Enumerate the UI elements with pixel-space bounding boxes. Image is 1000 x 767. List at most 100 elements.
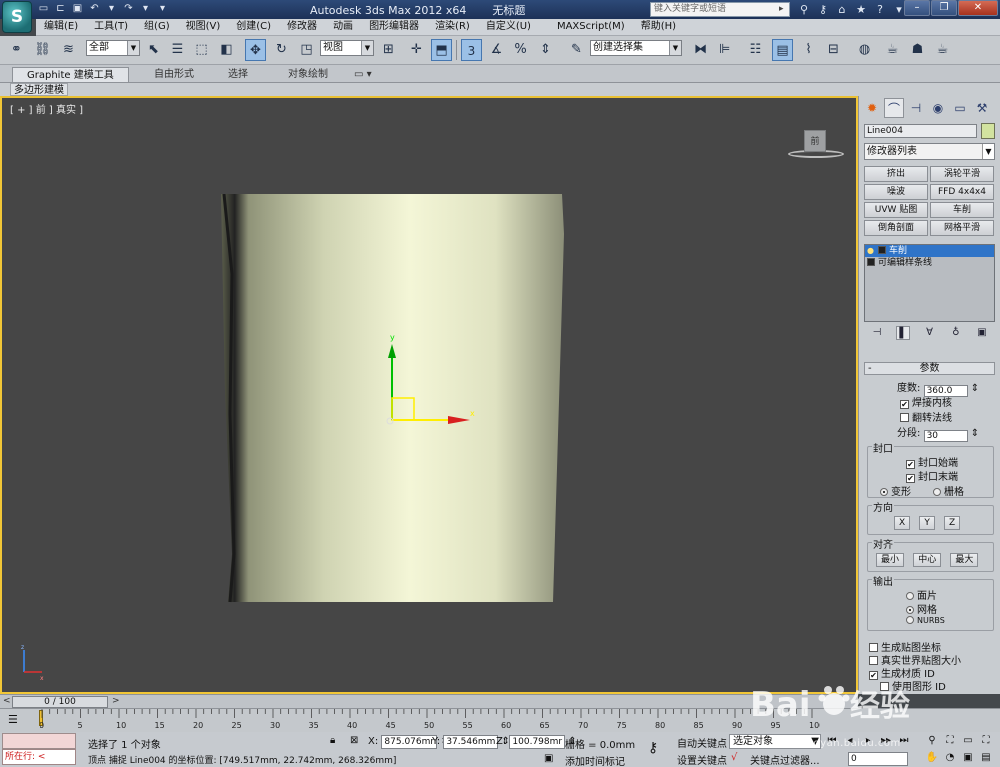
unlink-icon[interactable]: ⛓: [32, 39, 53, 61]
curve-editor-icon[interactable]: ⌇: [798, 39, 819, 61]
use-shape-ids-row[interactable]: 使用图形 ID: [880, 678, 946, 693]
ffd-button[interactable]: FFD 4x4x4: [930, 184, 994, 200]
show-end-result-icon[interactable]: ▌: [896, 326, 911, 340]
binoculars-icon[interactable]: ⚲: [796, 2, 812, 17]
make-unique-icon[interactable]: ∀: [923, 326, 937, 340]
cap-start-row[interactable]: ✔ 封口始端: [906, 454, 958, 469]
meshsmooth-button[interactable]: 网格平滑: [930, 220, 994, 236]
output-patch-radio[interactable]: [906, 592, 914, 600]
object-name-field[interactable]: Line004: [864, 124, 977, 138]
viewport-label[interactable]: [ + ] 前 ] 真实 ]: [10, 101, 83, 116]
tab-object-paint[interactable]: 对象绘制: [274, 67, 342, 82]
maxscript-prompt[interactable]: 所在行: <: [2, 749, 76, 765]
add-time-tag[interactable]: 添加时间标记: [565, 753, 625, 767]
absolute-mode-icon[interactable]: ⊠: [350, 735, 358, 746]
viewcube-face[interactable]: 前: [804, 130, 826, 152]
y-field[interactable]: 37.546mm: [443, 735, 499, 749]
set-key-icon[interactable]: ⚷: [648, 740, 658, 756]
select-move-icon[interactable]: ✥: [245, 39, 266, 61]
menu-create[interactable]: 创建(C): [228, 19, 279, 35]
mirror-icon[interactable]: ⧓: [690, 39, 711, 61]
graphite-toggle-icon[interactable]: ▤: [772, 39, 793, 61]
expand-toggle-icon[interactable]: [878, 246, 886, 254]
spinner-arrows-icon[interactable]: ⇕: [971, 428, 979, 439]
gizmo-y-arrow[interactable]: [388, 344, 396, 358]
remove-modifier-icon[interactable]: ♁: [949, 326, 963, 340]
expand-toggle-icon[interactable]: [867, 258, 875, 266]
pivot-center-icon[interactable]: ⊞: [378, 39, 399, 61]
gizmo-plane-handle[interactable]: [391, 397, 415, 421]
lock-selection-icon[interactable]: 🔒︎: [330, 735, 335, 746]
time-next-icon[interactable]: >: [112, 696, 120, 706]
gizmo-x-arrow[interactable]: [448, 416, 470, 424]
undo-icon[interactable]: ↶: [87, 2, 102, 16]
time-tag-icon[interactable]: ▣: [544, 753, 553, 764]
bevel-profile-button[interactable]: 倒角剖面: [864, 220, 928, 236]
select-by-name-icon[interactable]: ☰: [167, 39, 188, 61]
menu-help[interactable]: 帮助(H): [633, 19, 684, 35]
track-bar[interactable]: ☰ 0 5 10 15 20 25 30 35 40 45 50 55 60 65 70 75 80 85 90 95…: [0, 708, 1000, 732]
modify-tab-icon[interactable]: ⌒: [884, 98, 904, 118]
close-button[interactable]: ✕: [958, 0, 998, 16]
pan-icon[interactable]: ✋: [924, 751, 940, 765]
morph-row[interactable]: 变形: [880, 483, 911, 498]
key-filters-icon[interactable]: √: [731, 752, 737, 763]
percent-snap-icon[interactable]: %: [510, 39, 531, 61]
direction-x-button[interactable]: X: [894, 516, 911, 530]
gen-mat-ids-checkbox[interactable]: ✔: [869, 671, 878, 680]
object-color-swatch[interactable]: [981, 123, 995, 139]
search-go-icon[interactable]: ▸: [779, 2, 790, 17]
menu-animation[interactable]: 动画: [325, 19, 361, 35]
direction-y-button[interactable]: Y: [919, 516, 935, 530]
select-rotate-icon[interactable]: ↻: [271, 39, 292, 61]
output-patch-row[interactable]: 面片: [906, 587, 937, 602]
current-frame-field[interactable]: 0: [848, 752, 908, 766]
time-slider-thumb[interactable]: 0 / 100: [12, 696, 108, 708]
menu-group[interactable]: 组(G): [136, 19, 178, 35]
menu-tools[interactable]: 工具(T): [86, 19, 136, 35]
link-icon[interactable]: ⚭: [6, 39, 27, 61]
render-production-icon[interactable]: ☕: [932, 39, 953, 61]
menu-customize[interactable]: 自定义(U): [478, 19, 539, 35]
menu-views[interactable]: 视图(V): [178, 19, 229, 35]
redo-dropdown-icon[interactable]: ▾: [138, 2, 153, 16]
real-world-checkbox[interactable]: [869, 656, 878, 665]
extrude-button[interactable]: 挤出: [864, 166, 928, 182]
lathe-button[interactable]: 车削: [930, 202, 994, 218]
segments-spinner[interactable]: 30: [923, 430, 968, 442]
grid-radio[interactable]: [933, 488, 941, 496]
edit-named-selection-icon[interactable]: ✎: [566, 39, 587, 61]
set-key-button[interactable]: 设置关键点: [677, 752, 727, 767]
viewcube[interactable]: 前: [788, 130, 844, 160]
subscription-icon[interactable]: ⚷: [815, 2, 831, 17]
tab-freeform[interactable]: 自由形式: [140, 67, 208, 82]
align-center-button[interactable]: 中心: [913, 553, 942, 567]
bind-space-warp-icon[interactable]: ≋: [58, 39, 79, 61]
customize-dropdown-icon[interactable]: ▾: [155, 2, 170, 16]
undo-dropdown-icon[interactable]: ▾: [104, 2, 119, 16]
polygon-modeling-panel[interactable]: 多边形建模: [10, 83, 68, 96]
menu-modifiers[interactable]: 修改器: [279, 19, 325, 35]
zoom-extents-icon[interactable]: ⛶: [942, 734, 958, 748]
cap-end-row[interactable]: ✔ 封口末端: [906, 468, 958, 483]
schematic-view-icon[interactable]: ⊟: [823, 39, 844, 61]
app-logo-icon[interactable]: S: [2, 1, 32, 33]
redo-icon[interactable]: ↷: [121, 2, 136, 16]
select-manipulate-icon[interactable]: ✛: [406, 39, 427, 61]
noise-button[interactable]: 噪波: [864, 184, 928, 200]
spinner-arrows-icon[interactable]: ⇕: [971, 383, 979, 394]
zoom-all-icon[interactable]: ⛶: [978, 734, 994, 748]
layer-manager-icon[interactable]: ☷: [745, 39, 766, 61]
output-mesh-row[interactable]: 网格: [906, 601, 937, 616]
time-prev-icon[interactable]: <: [3, 696, 11, 706]
reference-coordinate-dropdown[interactable]: 视图 ▼: [320, 40, 374, 56]
output-nurbs-radio[interactable]: [906, 616, 914, 624]
configure-sets-icon[interactable]: ▣: [975, 326, 989, 340]
stack-item-lathe[interactable]: ● 车削: [865, 245, 994, 257]
help-icon[interactable]: ?: [872, 2, 888, 17]
open-icon[interactable]: ⊏: [53, 2, 68, 16]
communication-icon[interactable]: ⌂: [834, 2, 850, 17]
utilities-tab-icon[interactable]: ⚒: [972, 98, 992, 118]
rendered-frame-window-icon[interactable]: ☗: [907, 39, 928, 61]
maximize-viewport-icon[interactable]: ▣: [960, 751, 976, 765]
